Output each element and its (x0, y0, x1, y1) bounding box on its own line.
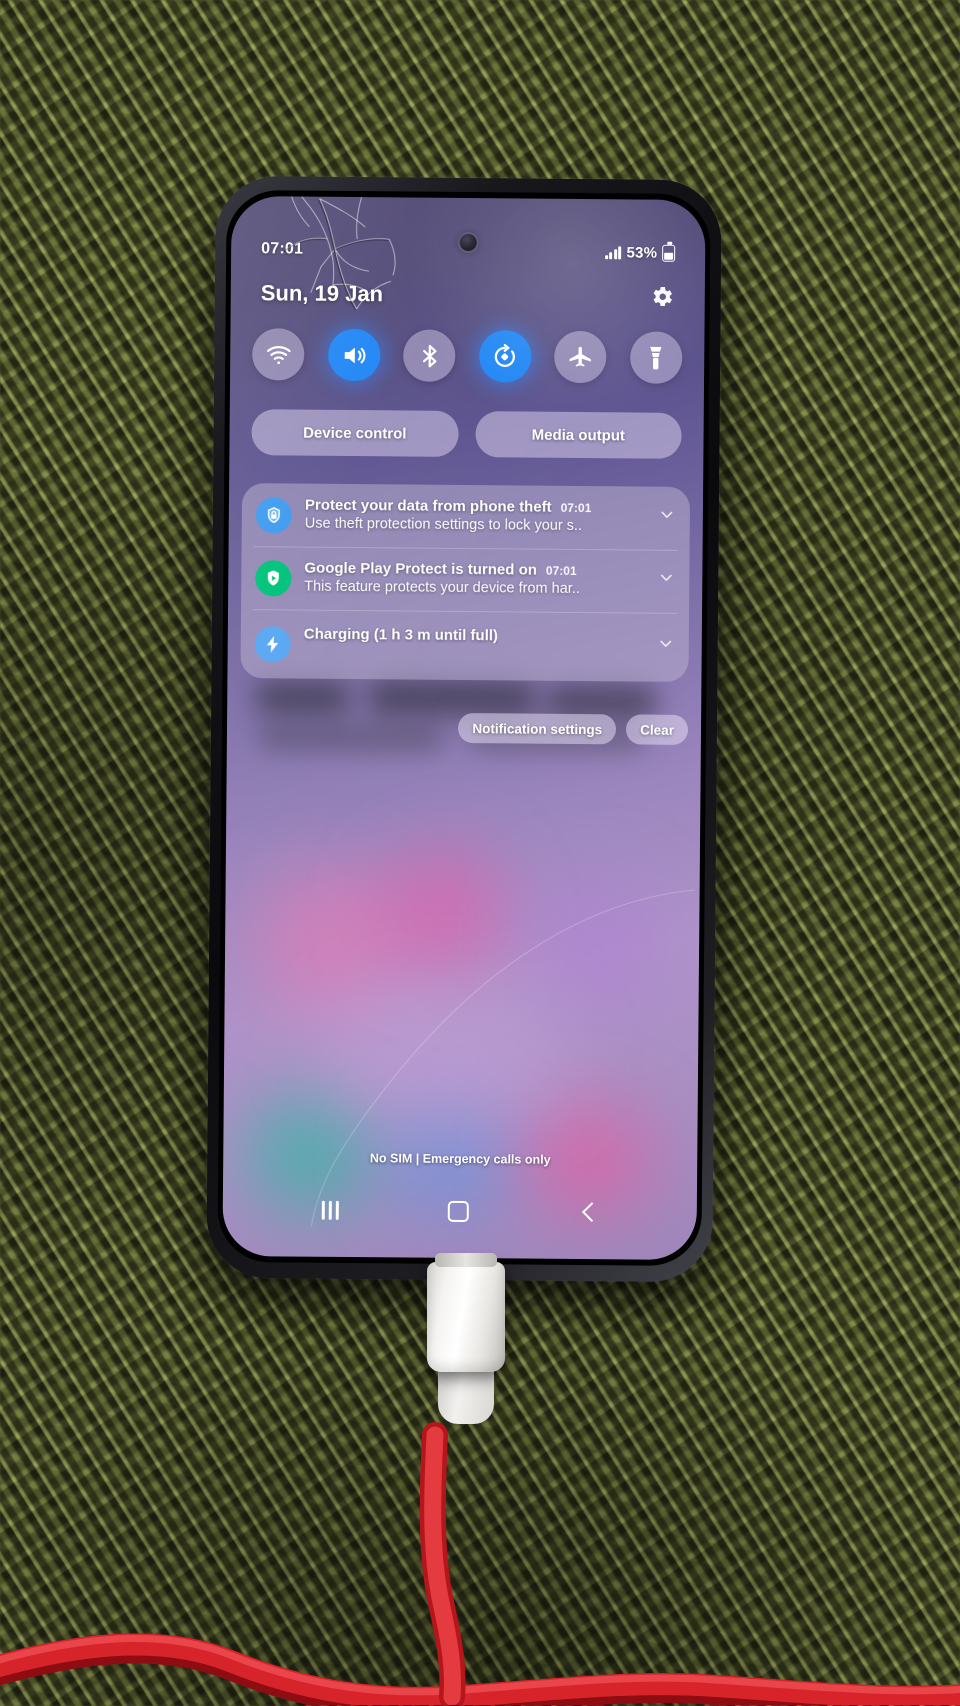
battery-charging-icon (662, 244, 676, 262)
device-control-button[interactable]: Device control (251, 409, 459, 457)
clear-notifications-button[interactable]: Clear (626, 714, 689, 745)
wallpaper-blob-pink-2 (376, 847, 508, 979)
shield-lock-icon (255, 497, 293, 534)
navigation-bar (223, 1186, 697, 1236)
toggle-auto-rotate[interactable] (478, 330, 532, 383)
notification-title: Protect your data from phone theft (304, 496, 552, 516)
notification-time: 07:01 (560, 500, 592, 516)
sim-status-label: No SIM | Emergency calls only (369, 1151, 551, 1167)
panel-header: Sun, 19 Jan (231, 280, 705, 310)
recents-icon[interactable] (321, 1200, 339, 1220)
notification-action-row: Notification settings Clear (458, 712, 689, 745)
notification-title-row: Protect your data from phone theft 07:01 (305, 497, 643, 517)
wallpaper-blob-violet (524, 873, 666, 1015)
charging-bolt-icon (254, 626, 291, 663)
media-output-button[interactable]: Media output (474, 411, 682, 459)
home-icon[interactable] (448, 1200, 470, 1222)
quick-settings-panel: Sun, 19 Jan Device control Media output … (232, 196, 706, 745)
date-label: Sun, 19 Jan (260, 280, 384, 307)
toggle-sound[interactable] (327, 328, 381, 382)
notification-title-row: Charging (1 h 3 m until full) (304, 626, 642, 646)
front-camera-punch-hole (459, 233, 477, 252)
phone-screen[interactable]: 07:01 53% Sun, 19 Jan Device control Med… (222, 195, 706, 1261)
chevron-down-icon[interactable] (655, 633, 677, 655)
toggle-bluetooth[interactable] (403, 329, 456, 382)
signal-bars-icon (604, 245, 622, 259)
status-right-cluster: 53% (604, 243, 676, 262)
wallpaper-blob-soft-1 (313, 986, 575, 1129)
notification-body: Charging (1 h 3 m until full) (304, 626, 642, 646)
notification-item[interactable]: Charging (1 h 3 m until full) (240, 609, 689, 682)
chevron-down-icon[interactable] (656, 504, 678, 526)
back-icon[interactable] (579, 1203, 598, 1222)
blurred-app-row-2 (367, 679, 538, 717)
phone-bezel: 07:01 53% Sun, 19 Jan Device control Med… (217, 189, 711, 1267)
notification-item[interactable]: Protect your data from phone theft 07:01… (242, 483, 691, 550)
notification-item[interactable]: Google Play Protect is turned on 07:01 T… (241, 546, 690, 613)
chevron-down-icon[interactable] (655, 567, 677, 589)
toggle-airplane[interactable] (554, 330, 607, 384)
panel-action-pills: Device control Media output (229, 409, 703, 459)
smartphone-body: 07:01 53% Sun, 19 Jan Device control Med… (206, 175, 722, 1283)
notification-body: Google Play Protect is turned on 07:01 T… (304, 560, 642, 598)
wallpaper-blur-area (222, 656, 701, 1260)
play-protect-shield-icon (255, 560, 292, 597)
blurred-app-row-1 (255, 680, 352, 716)
usb-c-connector (427, 1253, 505, 1372)
blurred-app-row-4 (256, 722, 446, 752)
wallpaper-blob-pink-1 (254, 864, 406, 1016)
toggle-wifi[interactable] (252, 328, 305, 381)
toggle-flashlight[interactable] (629, 331, 683, 384)
status-time: 07:01 (261, 240, 304, 258)
notification-settings-button[interactable]: Notification settings (458, 712, 617, 745)
gear-icon[interactable] (649, 284, 675, 310)
notification-text: Use theft protection settings to lock yo… (304, 515, 583, 535)
quick-toggle-row (230, 328, 704, 384)
photo-scene: 07:01 53% Sun, 19 Jan Device control Med… (0, 0, 960, 1706)
notification-text: This feature protects your device from h… (304, 578, 580, 598)
notification-title: Google Play Protect is turned on (304, 559, 538, 579)
notification-body: Protect your data from phone theft 07:01… (305, 497, 643, 535)
blurred-app-row-3 (545, 684, 658, 718)
notification-title: Charging (1 h 3 m until full) (303, 625, 499, 645)
notification-title-row: Google Play Protect is turned on 07:01 (304, 560, 642, 580)
notification-stack: Protect your data from phone theft 07:01… (240, 483, 691, 682)
battery-percent-label: 53% (626, 243, 658, 262)
notification-time: 07:01 (545, 563, 577, 578)
cracked-glass-overlay (283, 196, 396, 311)
